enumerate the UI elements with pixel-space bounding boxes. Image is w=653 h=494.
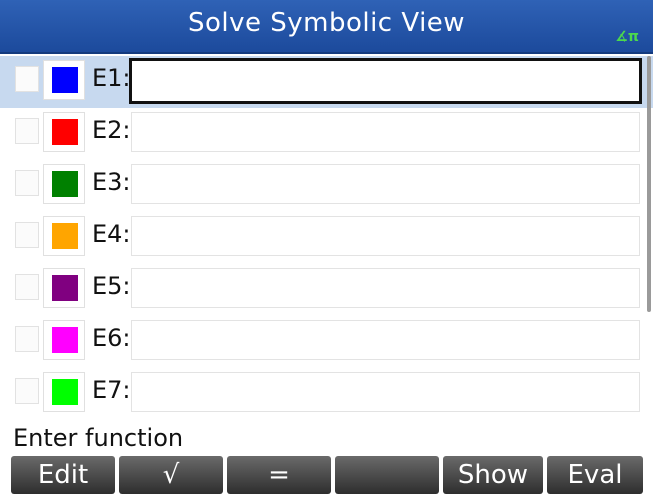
e5-color-swatch — [52, 275, 78, 301]
e1-color-swatch — [52, 67, 78, 93]
e3-checkbox[interactable] — [15, 170, 39, 196]
e3-label: E3: — [92, 168, 131, 196]
equation-row-e5[interactable]: E5: — [0, 264, 653, 316]
title-bar: Solve Symbolic View ∡π — [0, 0, 653, 54]
e2-color-button[interactable] — [43, 112, 85, 152]
e5-checkbox[interactable] — [15, 274, 39, 300]
e1-color-button[interactable] — [43, 60, 85, 100]
e1-input-field[interactable] — [129, 58, 642, 104]
e5-label: E5: — [92, 272, 131, 300]
show-button[interactable]: Show — [443, 456, 543, 494]
e4-input-field[interactable] — [131, 216, 640, 256]
eval-button[interactable]: Eval — [547, 456, 643, 494]
e4-color-button[interactable] — [43, 216, 85, 256]
e5-input-field[interactable] — [131, 268, 640, 308]
e4-checkbox[interactable] — [15, 222, 39, 248]
check-button[interactable]: √ — [119, 456, 223, 494]
e3-input-field[interactable] — [131, 164, 640, 204]
soft-menu-bar: Edit √ = Show Eval — [0, 456, 653, 494]
angle-mode-icon: ∡π — [615, 29, 639, 45]
equation-row-e4[interactable]: E4: — [0, 212, 653, 264]
e2-checkbox[interactable] — [15, 118, 39, 144]
e6-input-field[interactable] — [131, 320, 640, 360]
e4-color-swatch — [52, 223, 78, 249]
e7-checkbox[interactable] — [15, 378, 39, 404]
e6-color-button[interactable] — [43, 320, 85, 360]
e6-color-swatch — [52, 327, 78, 353]
e7-color-button[interactable] — [43, 372, 85, 412]
e4-label: E4: — [92, 220, 131, 248]
e6-label: E6: — [92, 324, 131, 352]
equation-row-e6[interactable]: E6: — [0, 316, 653, 368]
e2-label: E2: — [92, 116, 131, 144]
edit-button[interactable]: Edit — [11, 456, 115, 494]
equation-row-e7[interactable]: E7: — [0, 368, 653, 420]
e1-checkbox[interactable] — [15, 66, 39, 92]
e7-input-field[interactable] — [131, 372, 640, 412]
scrollbar[interactable] — [647, 56, 651, 312]
e6-checkbox[interactable] — [15, 326, 39, 352]
e7-label: E7: — [92, 376, 131, 404]
e3-color-swatch — [52, 171, 78, 197]
e2-input-field[interactable] — [131, 112, 640, 152]
e2-color-swatch — [52, 119, 78, 145]
equals-button[interactable]: = — [227, 456, 331, 494]
equation-row-e1[interactable]: E1: — [0, 56, 653, 108]
e3-color-button[interactable] — [43, 164, 85, 204]
empty-menu-button[interactable] — [335, 456, 439, 494]
e1-label: E1: — [92, 64, 131, 92]
e5-color-button[interactable] — [43, 268, 85, 308]
equation-row-e2[interactable]: E2: — [0, 108, 653, 160]
e7-color-swatch — [52, 379, 78, 405]
status-text: Enter function — [13, 424, 184, 452]
view-title: Solve Symbolic View — [187, 8, 466, 38]
equation-row-e3[interactable]: E3: — [0, 160, 653, 212]
